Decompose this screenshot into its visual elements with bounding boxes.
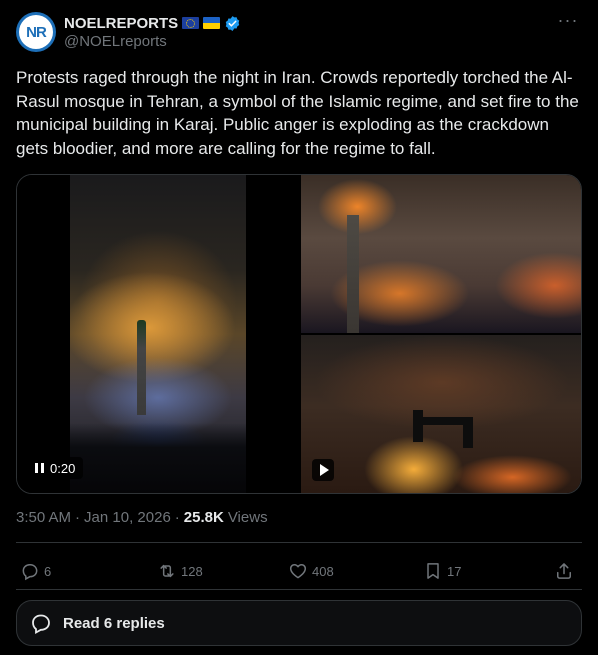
- video-time: 0:20: [50, 460, 76, 476]
- minaret-shape-2: [347, 215, 359, 333]
- video-left[interactable]: [17, 175, 299, 493]
- video-bottom-right[interactable]: [301, 335, 581, 493]
- tweet-text: Protests raged through the night in Iran…: [16, 68, 579, 158]
- like-button[interactable]: 408: [288, 556, 334, 586]
- avatar-logo: NR: [19, 15, 53, 49]
- read-replies-button[interactable]: Read 6 replies: [16, 600, 582, 646]
- action-bar: 6 128 408 17: [16, 556, 582, 586]
- share-button[interactable]: [554, 556, 574, 586]
- traffic-light-shape-2: [463, 418, 473, 448]
- eu-flag-icon: [182, 17, 200, 29]
- media-grid[interactable]: 0:20: [16, 174, 582, 494]
- image-top-right[interactable]: [301, 175, 581, 333]
- pause-icon: [35, 463, 44, 473]
- heart-icon: [289, 564, 307, 579]
- play-button[interactable]: [312, 459, 334, 481]
- meta-separator: ·: [174, 509, 180, 526]
- ukraine-flag-icon: [203, 17, 221, 29]
- speech-bubble-icon: [32, 614, 50, 635]
- handle[interactable]: @NOELreports: [64, 33, 167, 50]
- views-label: Views: [227, 509, 268, 526]
- read-replies-label: Read 6 replies: [63, 614, 165, 632]
- repost-button[interactable]: 128: [157, 556, 203, 586]
- share-icon: [557, 563, 571, 579]
- like-count: 408: [312, 563, 334, 579]
- reply-button[interactable]: 6: [20, 556, 51, 586]
- verified-badge-icon: [225, 15, 240, 31]
- bookmark-count: 17: [447, 563, 462, 579]
- more-options-button[interactable]: ···: [556, 10, 580, 34]
- minaret-shape: [137, 320, 146, 415]
- avatar[interactable]: NR: [16, 12, 56, 52]
- views-count: 25.8K: [183, 509, 224, 526]
- reply-count: 6: [44, 563, 52, 579]
- bookmark-button[interactable]: 17: [423, 556, 461, 586]
- post-date[interactable]: Jan 10, 2026: [84, 509, 171, 526]
- display-name[interactable]: NOELREPORTS: [64, 15, 178, 32]
- repost-count: 128: [181, 563, 203, 579]
- post-time[interactable]: 3:50 AM: [16, 509, 71, 526]
- tweet-meta: 3:50 AM · Jan 10, 2026 · 25.8K Views: [16, 509, 268, 526]
- play-icon: [319, 464, 329, 476]
- tweet: NR NOELREPORTS @NOELreports ··· Protests…: [0, 0, 598, 655]
- bookmark-icon: [427, 563, 439, 579]
- reply-icon: [22, 564, 38, 581]
- meta-separator: ·: [75, 509, 81, 526]
- video-time-badge[interactable]: 0:20: [27, 457, 84, 479]
- divider: [16, 542, 582, 543]
- traffic-light-shape: [413, 410, 423, 442]
- crowd-shape: [70, 423, 246, 493]
- name-row: NOELREPORTS: [64, 13, 241, 33]
- divider: [16, 589, 582, 590]
- repost-icon: [160, 564, 174, 578]
